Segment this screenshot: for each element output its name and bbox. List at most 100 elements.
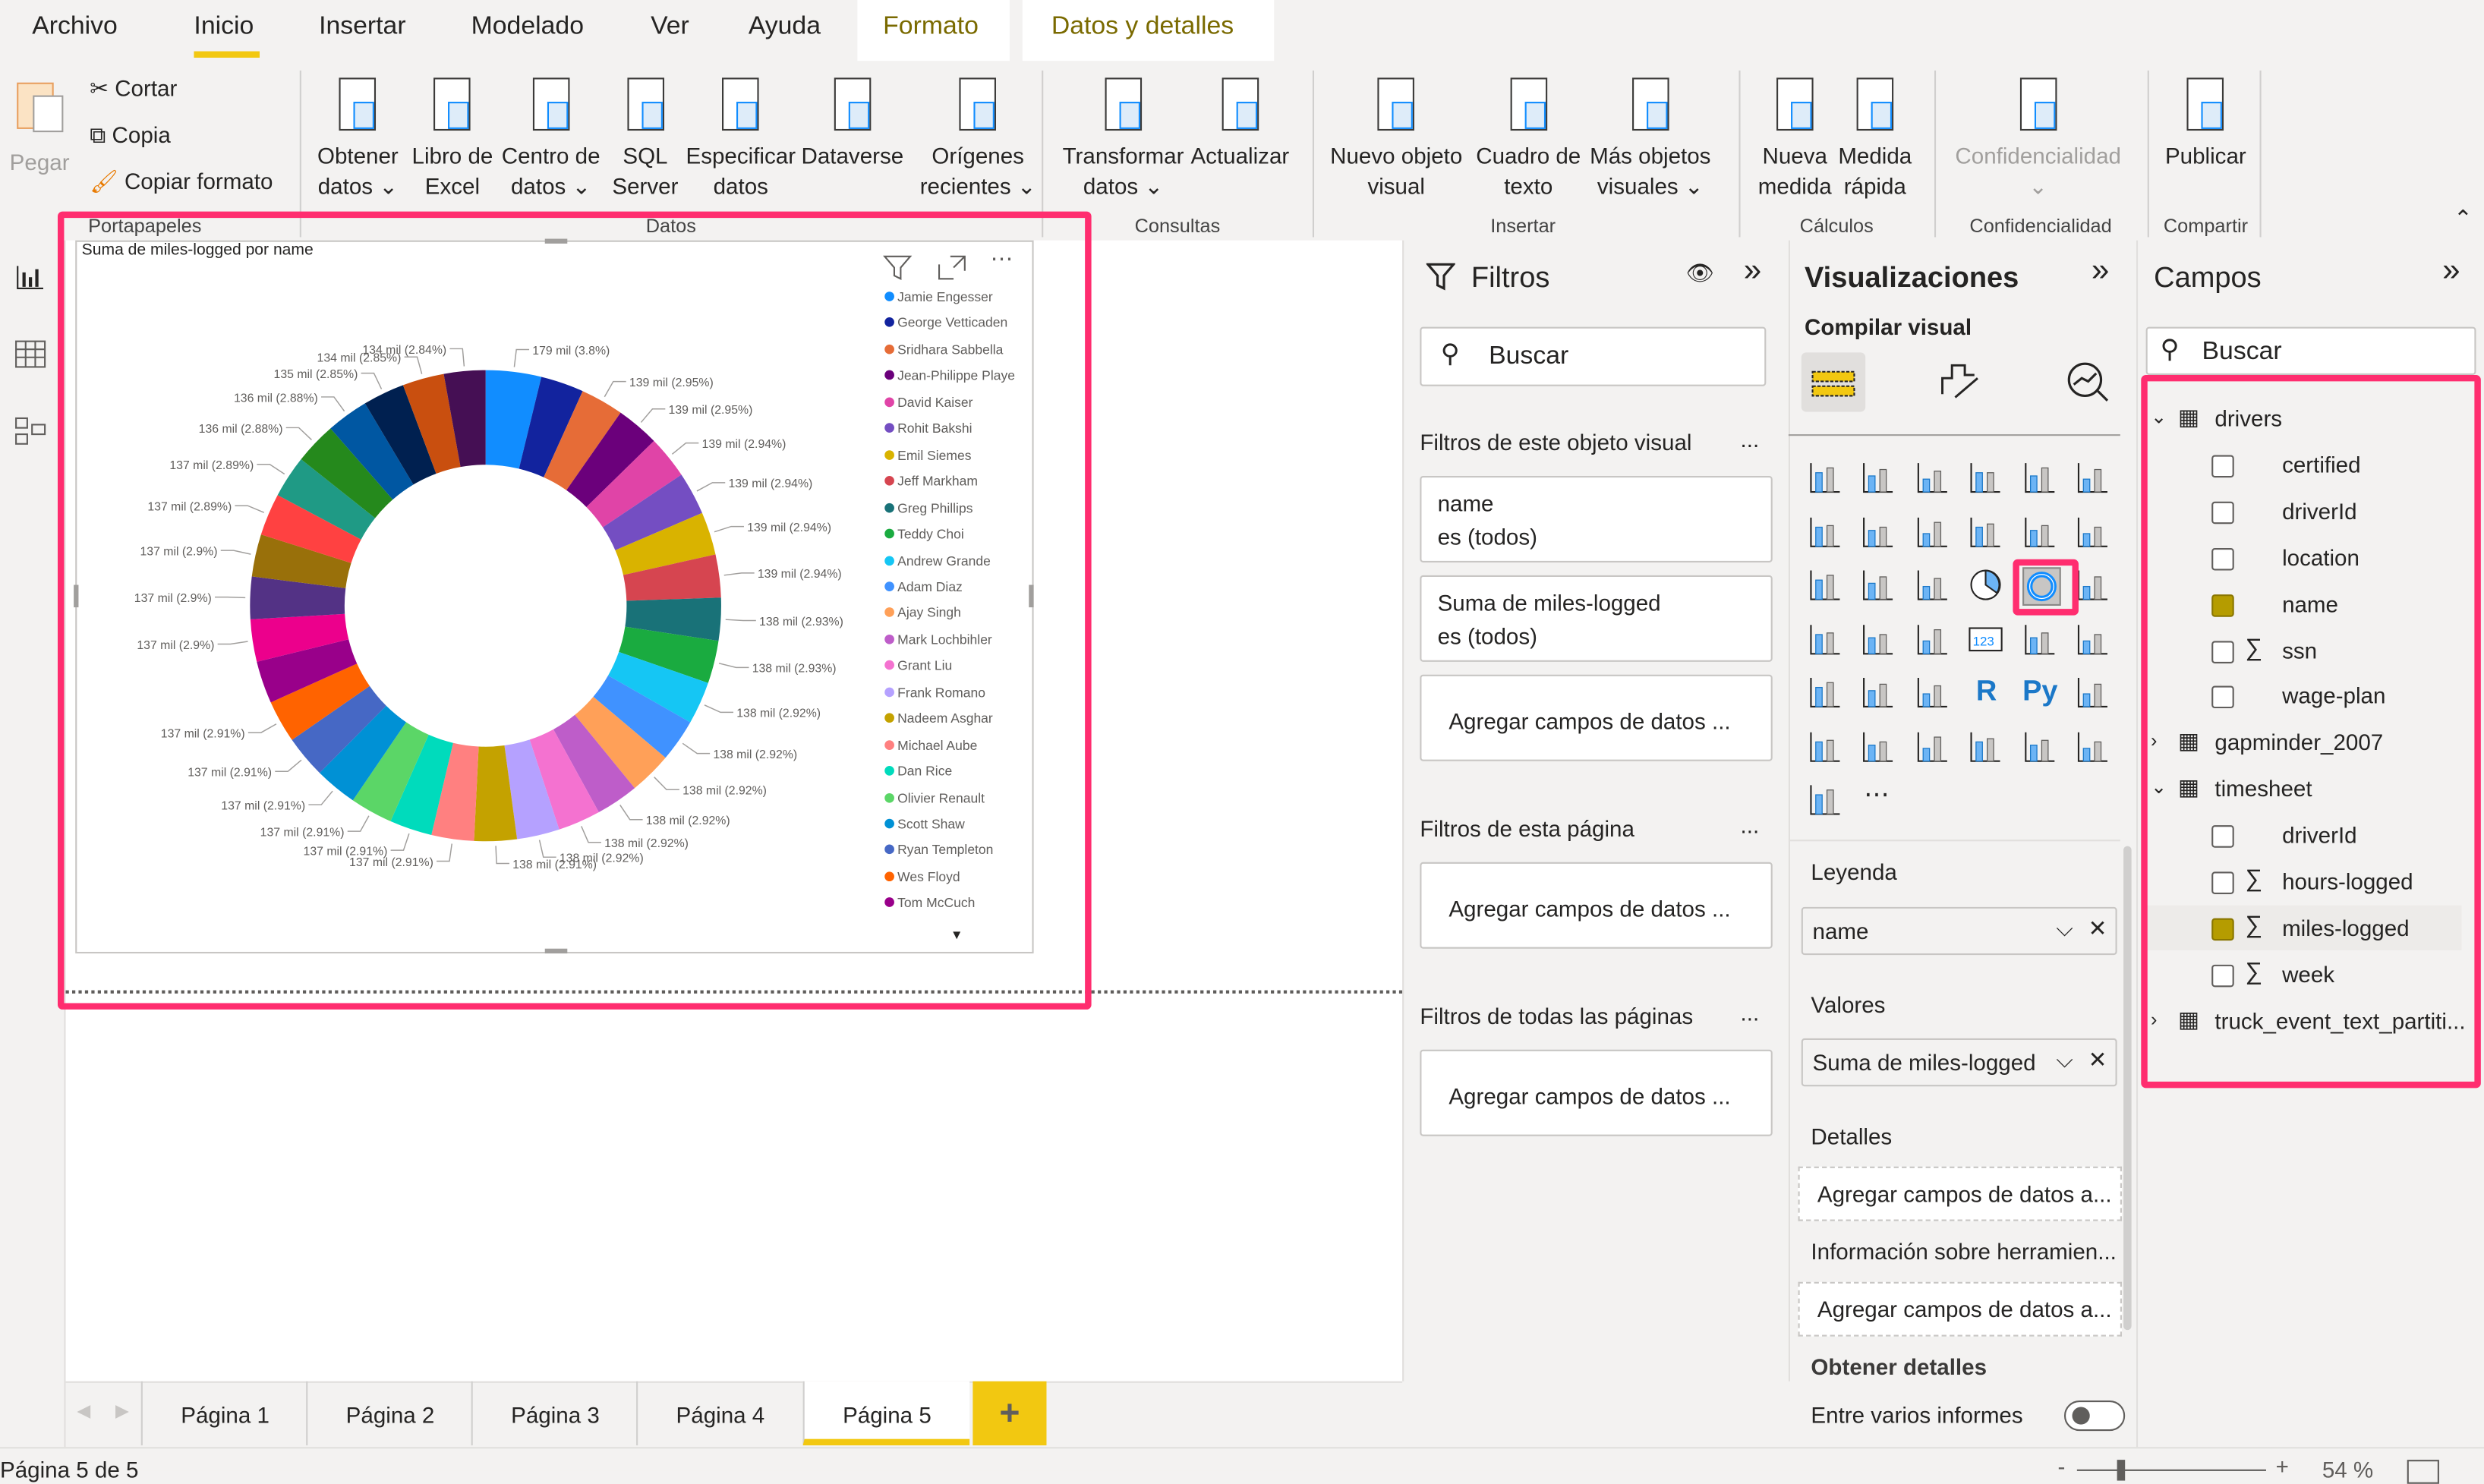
legend-item[interactable]: Adam Diaz xyxy=(884,578,963,594)
viz-pie-icon[interactable] xyxy=(1968,567,2003,602)
chevron-down-icon[interactable]: ⌄ xyxy=(2151,776,2167,799)
viz-azure-map-icon[interactable] xyxy=(2022,728,2057,763)
resize-handle-left[interactable] xyxy=(74,584,79,608)
legend-item[interactable]: Andrew Grande xyxy=(884,552,991,568)
resize-handle-bottom[interactable] xyxy=(544,948,568,954)
ribbon-button-obtener[interactable]: Obtener datos ⌄ xyxy=(317,74,399,202)
format-visual-icon[interactable] xyxy=(1939,359,1987,404)
more-options-icon[interactable]: ... xyxy=(1741,812,1760,838)
page-tab-1[interactable]: Página 1 xyxy=(140,1381,308,1446)
field-certified[interactable]: certified xyxy=(2145,442,2462,487)
viz-ribbon-icon[interactable] xyxy=(2076,514,2110,549)
ribbon-button-cuadro-de[interactable]: Cuadro de texto xyxy=(1476,74,1581,202)
collapse-visualizations-icon[interactable]: » xyxy=(2092,254,2109,291)
ribbon-button-especificar[interactable]: Especificar datos xyxy=(686,74,796,202)
legend-item[interactable]: Nadeem Asghar xyxy=(884,710,993,726)
legend-item[interactable]: Tom McCuch xyxy=(884,895,975,911)
tab-datos-detalles[interactable]: Datos y detalles xyxy=(1051,13,1234,42)
viz-card-icon[interactable]: 123 xyxy=(1968,621,2003,656)
table-drivers[interactable]: ⌄ ▦ drivers xyxy=(2151,404,2471,443)
viz-100-column-icon[interactable] xyxy=(2076,460,2110,495)
more-options-icon[interactable]: ... xyxy=(1741,1000,1760,1026)
field-checkbox[interactable] xyxy=(2211,547,2234,570)
analytics-icon[interactable] xyxy=(2064,359,2112,404)
chevron-right-icon[interactable]: › xyxy=(2151,729,2157,752)
legend-item[interactable]: Grant Liu xyxy=(884,657,952,673)
well-field-pill[interactable]: Suma de miles-logged ⌵ ✕ xyxy=(1801,1038,2117,1087)
model-view-icon[interactable] xyxy=(14,417,46,446)
tab-insertar[interactable]: Insertar xyxy=(319,13,406,42)
cross-report-toggle[interactable] xyxy=(2063,1401,2126,1432)
viz-qa-icon[interactable] xyxy=(1861,728,1896,763)
ribbon-button-más-objetos[interactable]: Más objetos visuales ⌄ xyxy=(1590,74,1710,202)
filter-card-miles[interactable]: Suma de miles-logged es (todos) xyxy=(1420,575,1773,662)
viz-gauge-icon[interactable] xyxy=(1915,621,1950,656)
zoom-in-button[interactable]: + xyxy=(2276,1454,2289,1479)
viz-treemap-icon[interactable] xyxy=(2076,567,2110,602)
page-tab-5[interactable]: Página 5 xyxy=(802,1381,970,1446)
legend-item[interactable]: Greg Phillips xyxy=(884,499,972,515)
viz-line-icon[interactable] xyxy=(1808,514,1843,549)
fit-to-page-icon[interactable] xyxy=(2407,1460,2439,1484)
zoom-out-button[interactable]: - xyxy=(2058,1454,2066,1479)
viz-filled-map-icon[interactable] xyxy=(1861,621,1896,656)
legend-item[interactable]: Jamie Engesser xyxy=(884,288,993,304)
add-page-filter-field[interactable]: Agregar campos de datos ... xyxy=(1420,862,1773,949)
legend-item[interactable]: Scott Shaw xyxy=(884,815,965,832)
tab-modelado[interactable]: Modelado xyxy=(471,13,584,42)
ribbon-button-centro-de[interactable]: Centro de datos ⌄ xyxy=(502,74,601,202)
chevron-down-icon[interactable]: ⌵ xyxy=(2056,1046,2073,1073)
remove-field-icon[interactable]: ✕ xyxy=(2088,915,2107,942)
legend-item[interactable]: Dan Rice xyxy=(884,763,952,779)
viz-clustered-column-icon[interactable] xyxy=(1968,460,2003,495)
field-checkbox[interactable] xyxy=(2211,871,2234,894)
donut-chart-visual[interactable]: Suma de miles-logged por name ⋯ 179 mil … xyxy=(74,238,1034,954)
viz-r-visual-icon[interactable]: R xyxy=(1968,675,2003,710)
ribbon-button-libro-de[interactable]: Libro de Excel xyxy=(412,74,493,202)
paste-button[interactable]: Pegar xyxy=(10,74,70,178)
chevron-down-icon[interactable]: ⌄ xyxy=(2151,405,2167,428)
collapse-fields-icon[interactable]: » xyxy=(2442,254,2460,291)
legend-item[interactable]: Frank Romano xyxy=(884,684,985,700)
copy-button[interactable]: ⧉ Copia xyxy=(90,121,171,149)
legend-item[interactable]: George Vetticaden xyxy=(884,315,1007,331)
viz-multi-row-card-icon[interactable] xyxy=(2022,621,2057,656)
add-all-pages-filter-field[interactable]: Agregar campos de datos ... xyxy=(1420,1049,1773,1136)
collapse-ribbon-icon[interactable]: ⌃ xyxy=(2454,205,2473,232)
field-checkbox[interactable] xyxy=(2211,964,2234,987)
fields-search-input[interactable]: ⚲ Buscar xyxy=(2145,326,2476,375)
report-view-icon[interactable] xyxy=(14,263,46,291)
viz-clustered-bar-icon[interactable] xyxy=(1915,460,1950,495)
legend-item[interactable]: Michael Aube xyxy=(884,736,977,752)
field-checkbox[interactable] xyxy=(2211,501,2234,524)
viz-waterfall-icon[interactable] xyxy=(1808,567,1843,602)
viz-map-icon[interactable] xyxy=(1808,621,1843,656)
field-checkbox[interactable] xyxy=(2211,825,2234,848)
legend-item[interactable]: Olivier Renault xyxy=(884,789,985,805)
field-week[interactable]: ∑ week xyxy=(2145,952,2462,997)
resize-handle-top[interactable] xyxy=(544,238,568,244)
viz-line-clustered-column-icon[interactable] xyxy=(2022,514,2057,549)
ribbon-button-medida[interactable]: Medida rápida xyxy=(1838,74,1912,202)
pane-scrollbar[interactable] xyxy=(2123,846,2132,1331)
legend-item[interactable]: Rohit Bakshi xyxy=(884,421,972,436)
field-checkbox[interactable] xyxy=(2211,594,2234,616)
field-checkbox[interactable] xyxy=(2211,455,2234,477)
table-view-icon[interactable] xyxy=(14,340,46,369)
page-tab-4[interactable]: Página 4 xyxy=(636,1381,803,1446)
legend-item[interactable]: Jeff Markham xyxy=(884,473,978,489)
legend-scroll-down-icon[interactable]: ▼ xyxy=(950,928,963,942)
viz-stacked-area-icon[interactable] xyxy=(1915,514,1950,549)
field-checkbox[interactable] xyxy=(2211,918,2234,940)
viz-line-column-icon[interactable] xyxy=(1968,514,2003,549)
filter-card-name[interactable]: name es (todos) xyxy=(1420,475,1773,562)
legend-item[interactable]: Sridhara Sabbella xyxy=(884,341,1003,358)
legend-item[interactable]: David Kaiser xyxy=(884,394,972,410)
ribbon-button-nueva[interactable]: Nueva medida xyxy=(1758,74,1832,202)
legend-item[interactable]: Emil Siemes xyxy=(884,446,971,462)
page-tab-2[interactable]: Página 2 xyxy=(306,1381,473,1446)
viz-100-bar-icon[interactable] xyxy=(2022,460,2057,495)
ribbon-button-nuevo-objeto[interactable]: Nuevo objeto visual xyxy=(1330,74,1462,202)
tab-ver[interactable]: Ver xyxy=(651,13,689,42)
tab-inicio[interactable]: Inicio xyxy=(194,13,254,42)
